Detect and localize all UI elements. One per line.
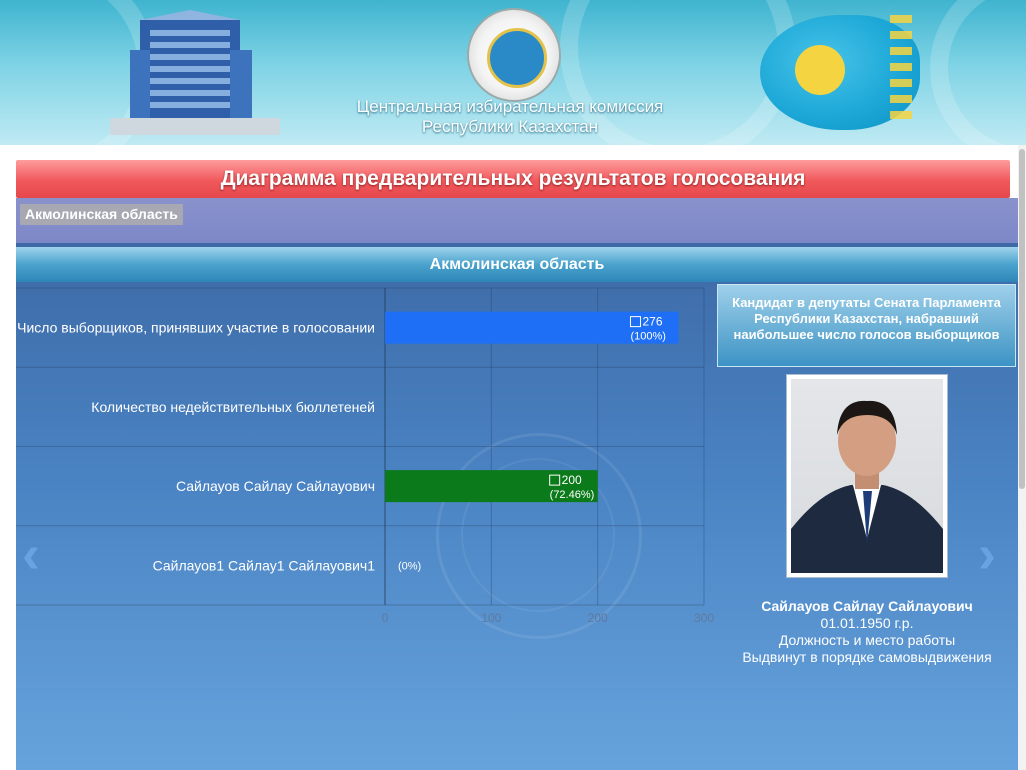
- flag-ornament: [890, 15, 912, 125]
- value-label: 276: [642, 315, 662, 329]
- candidate-nomination: Выдвинут в порядке самовыдвижения: [742, 649, 992, 665]
- candidate-photo: [791, 379, 943, 573]
- percent-label: (100%): [630, 331, 665, 343]
- category-label: Количество недействительных бюллетеней: [91, 399, 375, 415]
- candidate-info: Сайлауов Сайлау Сайлауович 01.01.1950 г.…: [717, 597, 1017, 666]
- percent-label: (72.46%): [550, 489, 595, 501]
- cec-emblem-icon: [467, 8, 561, 102]
- bar-chart: 0 100 200 300 Число выборщиков, принявших уч…: [16, 287, 714, 625]
- chart-area: Акмолинская область 0 100 200 300 Число выбо…: [16, 243, 1018, 770]
- page-content: Диаграмма предварительных результатов го…: [0, 145, 1026, 770]
- scrollbar-thumb[interactable]: [1019, 149, 1025, 489]
- region-chip[interactable]: Акмолинская область: [20, 204, 183, 225]
- category-label: Число выборщиков, принявших участие в го…: [17, 320, 375, 336]
- x-tick-label: 300: [694, 611, 714, 625]
- candidate-name: Сайлауов Сайлау Сайлауович: [761, 598, 973, 614]
- chevron-right-icon[interactable]: ›: [978, 523, 996, 585]
- candidate-position: Должность и место работы: [778, 632, 956, 648]
- category-label: Сайлауов1 Сайлау1 Сайлауович1: [153, 557, 376, 573]
- organization-title-line1: Центральная избирательная комиссия: [356, 97, 664, 116]
- x-tick-label: 0: [382, 611, 389, 625]
- organization-title-line2: Республики Казахстан: [421, 117, 599, 136]
- site-header: Центральная избирательная комиссия Респу…: [0, 0, 1026, 145]
- chevron-left-icon[interactable]: ‹: [22, 523, 40, 585]
- header-ornament: [930, 0, 1026, 145]
- x-tick-label: 100: [481, 611, 501, 625]
- vertical-scrollbar[interactable]: [1018, 145, 1026, 770]
- x-tick-label: 200: [588, 611, 608, 625]
- category-label: Сайлауов Сайлау Сайлауович: [176, 478, 375, 494]
- organization-title: Центральная избирательная комиссия Респу…: [340, 97, 680, 137]
- building-image: [110, 10, 280, 135]
- percent-label: (0%): [398, 560, 421, 572]
- region-filter-strip: Акмолинская область: [16, 198, 1018, 243]
- value-label: 200: [562, 473, 582, 487]
- page-title: Диаграмма предварительных результатов го…: [16, 160, 1010, 198]
- flag-sun-icon: [795, 45, 845, 95]
- candidate-heading: Кандидат в депутаты Сената Парламента Ре…: [717, 284, 1016, 367]
- candidate-birth: 01.01.1950 г.р.: [820, 615, 914, 631]
- candidate-photo-frame: [786, 374, 948, 578]
